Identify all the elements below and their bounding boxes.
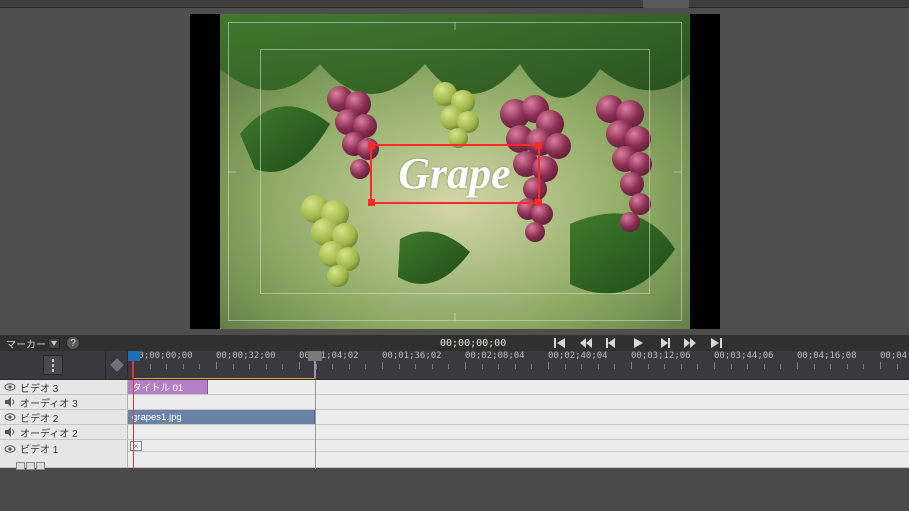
resize-handle-bl[interactable] xyxy=(368,199,375,206)
ruler-tick-label: 00;00;00;00 xyxy=(133,351,193,361)
go-end-icon xyxy=(710,337,722,349)
track-head-video-3[interactable]: ビデオ 3 xyxy=(0,380,128,394)
eye-icon[interactable] xyxy=(4,411,16,423)
transport-buttons xyxy=(553,336,723,350)
ruler-tick-label: 00;04;48;08 xyxy=(880,351,909,361)
ruler-tick-label: 00;01;04;02 xyxy=(299,351,359,361)
current-timecode[interactable]: 00;00;00;00 xyxy=(440,338,506,349)
program-monitor[interactable]: Grape xyxy=(190,14,720,329)
playhead-line xyxy=(133,380,134,469)
close-clip-button[interactable]: × xyxy=(130,441,142,451)
track-label: ビデオ 2 xyxy=(20,410,58,425)
play-button[interactable] xyxy=(631,336,645,350)
skip-back-icon xyxy=(580,337,592,349)
track-audio-3: オーディオ 3 xyxy=(0,395,909,410)
eye-icon[interactable] xyxy=(4,381,16,393)
go-start-icon xyxy=(554,337,566,349)
ruler-tick-label: 00;00;32;00 xyxy=(216,351,276,361)
clip-media-name: grapes1.jpg xyxy=(132,412,182,423)
marker-dropdown[interactable] xyxy=(48,338,60,349)
go-to-end-button[interactable] xyxy=(709,336,723,350)
track-view-icon xyxy=(52,359,54,372)
preview-frame: Grape xyxy=(220,14,690,329)
tracks-area: ビデオ 3 タイトル 01 オーディオ 3 ビデオ 2 xyxy=(0,379,909,468)
ruler-tick-label: 00;02;08;04 xyxy=(465,351,525,361)
skip-fwd-icon xyxy=(684,337,696,349)
clip-title-name: タイトル 01 xyxy=(132,380,183,394)
track-head-video-2[interactable]: ビデオ 2 xyxy=(0,410,128,424)
active-tab-indicator xyxy=(643,0,689,8)
track-lane-audio-2[interactable] xyxy=(128,425,909,439)
playback-controls-bar: マーカー ? 00;00;00;00 xyxy=(0,335,909,351)
title-bounding-box[interactable]: Grape xyxy=(370,144,540,204)
track-label: オーディオ 3 xyxy=(20,395,78,410)
timeline: 00;00;00;00 00;00;32;00 00;01;04;02 00;01;3… xyxy=(0,351,909,468)
go-to-start-button[interactable] xyxy=(553,336,567,350)
track-display-mode-3[interactable] xyxy=(36,462,45,470)
add-marker-button[interactable] xyxy=(106,351,128,379)
speaker-icon[interactable] xyxy=(4,396,16,408)
resize-handle-br[interactable] xyxy=(535,199,542,206)
time-ruler[interactable]: 00;00;00;00 00;00;32;00 00;01;04;02 00;01;3… xyxy=(128,351,909,379)
track-lane-audio-3[interactable] xyxy=(128,395,909,409)
track-display-mode-2[interactable] xyxy=(26,462,35,470)
next-frame-set-button[interactable] xyxy=(683,336,697,350)
eye-icon[interactable] xyxy=(4,443,16,455)
track-label: ビデオ 3 xyxy=(20,380,58,395)
track-lane-video-3[interactable]: タイトル 01 xyxy=(128,380,909,394)
clip-media[interactable]: grapes1.jpg xyxy=(128,410,315,424)
timeline-header: 00;00;00;00 00;00;32;00 00;01;04;02 00;01;3… xyxy=(0,351,909,379)
end-marker-line xyxy=(315,380,316,469)
track-lane-video-2[interactable]: grapes1.jpg xyxy=(128,410,909,424)
ruler-tick-label: 00;04;16;08 xyxy=(797,351,857,361)
play-icon xyxy=(632,337,644,349)
prev-frame-set-button[interactable] xyxy=(579,336,593,350)
track-lane-video-1[interactable]: × xyxy=(128,440,909,467)
track-video-1: ビデオ 1 × xyxy=(0,440,909,468)
ruler-tick-label: 00;03;12;06 xyxy=(631,351,691,361)
clip-title[interactable]: タイトル 01 xyxy=(128,380,208,394)
marker-label: マーカー xyxy=(0,336,46,351)
step-back-icon xyxy=(606,337,618,349)
track-head-video-1[interactable]: ビデオ 1 xyxy=(0,440,128,467)
resize-handle-tl[interactable] xyxy=(368,142,375,149)
step-back-button[interactable] xyxy=(605,336,619,350)
ruler-tick-label: 00;03;44;06 xyxy=(714,351,774,361)
ruler-tick-label: 00;02;40;04 xyxy=(548,351,608,361)
track-head-audio-2[interactable]: オーディオ 2 xyxy=(0,425,128,439)
track-label: ビデオ 1 xyxy=(20,441,58,456)
track-label: オーディオ 2 xyxy=(20,425,78,440)
chevron-down-icon xyxy=(51,341,57,346)
step-forward-button[interactable] xyxy=(657,336,671,350)
track-tools xyxy=(0,351,106,379)
track-audio-2: オーディオ 2 xyxy=(0,425,909,440)
speaker-icon[interactable] xyxy=(4,426,16,438)
thumbnail-row xyxy=(128,452,909,467)
track-head-audio-3[interactable]: オーディオ 3 xyxy=(0,395,128,409)
track-video-3: ビデオ 3 タイトル 01 xyxy=(0,380,909,395)
resize-handle-tr[interactable] xyxy=(535,142,542,149)
diamond-icon xyxy=(108,357,125,374)
track-video-2: ビデオ 2 grapes1.jpg xyxy=(0,410,909,425)
title-text[interactable]: Grape xyxy=(398,152,510,196)
track-view-toggle[interactable] xyxy=(43,355,63,375)
ruler-tick-label: 00;01;36;02 xyxy=(382,351,442,361)
program-monitor-zone: Grape xyxy=(0,8,909,335)
track-display-mode-1[interactable] xyxy=(16,462,25,470)
help-button[interactable]: ? xyxy=(66,336,80,350)
app-tabstrip xyxy=(0,0,909,8)
step-fwd-icon xyxy=(658,337,670,349)
